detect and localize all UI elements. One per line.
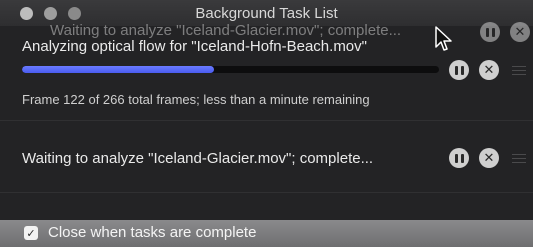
task-2-drag-handle-icon[interactable] (512, 154, 526, 163)
task-1-progress-bar (22, 66, 439, 73)
task-1-status: Frame 122 of 266 total frames; less than… (22, 92, 370, 107)
task-2-pause-button[interactable] (449, 148, 469, 168)
ghost-close-icon: ✕ (510, 22, 530, 42)
ghost-pause-icon (480, 22, 500, 42)
checkmark-icon: ✓ (26, 226, 36, 240)
pause-icon (454, 65, 464, 75)
background-task-window: Background Task List Waiting to analyze … (0, 0, 533, 247)
row-divider (0, 192, 533, 193)
pause-icon (454, 153, 464, 163)
task-1-title: Analyzing optical flow for "Iceland-Hofn… (22, 38, 367, 55)
task-2-title: Waiting to analyze "Iceland-Glacier.mov"… (22, 150, 374, 167)
mouse-cursor-icon (435, 26, 452, 51)
task-1-pause-button[interactable] (449, 60, 469, 80)
task-1-progress-fill (22, 66, 214, 73)
window-title: Background Task List (195, 5, 338, 22)
close-icon: ✕ (483, 62, 495, 78)
close-when-complete-label[interactable]: Close when tasks are complete (48, 224, 256, 241)
ghost-task-label: Waiting to analyze "Iceland-Glacier.mov"… (50, 22, 402, 39)
close-icon: ✕ (483, 150, 495, 166)
task-1-cancel-button[interactable]: ✕ (479, 60, 499, 80)
task-2-cancel-button[interactable]: ✕ (479, 148, 499, 168)
row-divider (0, 120, 533, 121)
close-when-complete-checkbox[interactable]: ✓ (24, 226, 38, 240)
task-1-drag-handle-icon[interactable] (512, 66, 526, 75)
